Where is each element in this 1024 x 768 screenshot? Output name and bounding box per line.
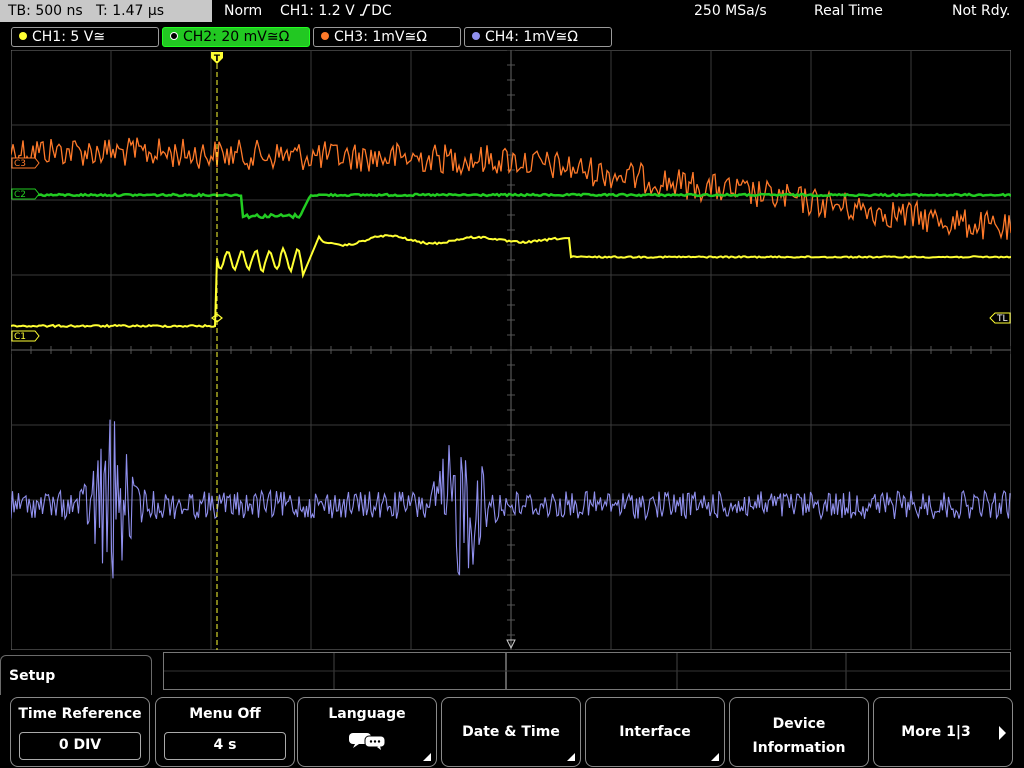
device-label-line2: Information bbox=[752, 740, 846, 756]
ch1-color-dot bbox=[19, 32, 27, 40]
zoom-strip bbox=[163, 652, 1011, 690]
interface-label: Interface bbox=[619, 724, 691, 740]
menu-off-label: Menu Off bbox=[189, 706, 261, 722]
svg-text:C2: C2 bbox=[14, 190, 26, 200]
waveform-display[interactable]: T C3 C2 C1 TL bbox=[11, 50, 1011, 650]
channel-tab-ch2[interactable]: CH2: 20 mV≅Ω bbox=[162, 27, 310, 47]
ch1-label: CH1: 5 V bbox=[32, 29, 94, 45]
time-reference-label: Time Reference bbox=[18, 706, 142, 722]
channel-tab-ch1[interactable]: CH1: 5 V≅ bbox=[11, 27, 159, 47]
ch1-ref-marker[interactable]: C1 bbox=[11, 330, 40, 342]
interface-button[interactable]: Interface bbox=[585, 697, 725, 767]
device-label-line1: Device bbox=[772, 716, 826, 732]
ch4-color-dot bbox=[472, 32, 480, 40]
time-reference-value[interactable]: 0 DIV bbox=[19, 732, 141, 760]
svg-text:C1: C1 bbox=[14, 332, 26, 342]
ch2-label: CH2: 20 mV bbox=[183, 29, 267, 45]
ch4-label: CH4: 1mV bbox=[485, 29, 556, 45]
language-button[interactable]: Language bbox=[297, 697, 437, 767]
ch2-coupling: ≅Ω bbox=[266, 29, 290, 45]
trigger-mode[interactable]: Norm bbox=[224, 0, 262, 22]
svg-text:T: T bbox=[214, 54, 221, 64]
trigger-coupling: DC bbox=[371, 3, 392, 19]
channel-tab-ch3[interactable]: CH3: 1mV≅Ω bbox=[313, 27, 461, 47]
trigger-level: CH1: 1.2 V bbox=[280, 3, 355, 19]
ch4-coupling: ≅Ω bbox=[555, 29, 578, 45]
menu-off-value[interactable]: 4 s bbox=[164, 732, 286, 760]
submenu-corner-icon bbox=[567, 753, 575, 761]
ch1-coupling: ≅ bbox=[93, 29, 106, 45]
menu-off-button[interactable]: Menu Off 4 s bbox=[155, 697, 295, 767]
speech-bubbles-icon bbox=[298, 730, 436, 758]
time-reference-button[interactable]: Time Reference 0 DIV bbox=[10, 697, 150, 767]
date-time-button[interactable]: Date & Time bbox=[441, 697, 581, 767]
device-information-label: Device Information bbox=[730, 712, 868, 760]
timebase-readout: TB: 500 ns bbox=[8, 3, 83, 19]
submenu-corner-icon bbox=[423, 753, 431, 761]
channel-bar: CH1: 5 V≅ CH2: 20 mV≅Ω CH3: 1mV≅Ω CH4: 1… bbox=[0, 25, 1024, 49]
rising-edge-icon bbox=[360, 4, 371, 16]
trigger-source-readout[interactable]: CH1: 1.2 V DC bbox=[280, 0, 392, 22]
device-information-button[interactable]: Device Information bbox=[729, 697, 869, 767]
svg-text:TL: TL bbox=[996, 314, 1008, 324]
language-label: Language bbox=[328, 706, 406, 722]
date-time-label: Date & Time bbox=[462, 724, 560, 740]
ch3-ref-marker[interactable]: C3 bbox=[11, 157, 40, 169]
ch3-label: CH3: 1mV bbox=[334, 29, 405, 45]
ch3-color-dot bbox=[321, 32, 329, 40]
submenu-corner-icon bbox=[711, 753, 719, 761]
arrow-right-icon bbox=[999, 726, 1006, 740]
zoom-strip-grid bbox=[164, 653, 1010, 689]
acquisition-state: Not Rdy. bbox=[952, 3, 1011, 19]
sample-rate: 250 MSa/s bbox=[694, 3, 767, 19]
setup-menu: Setup Time Reference 0 DIV Menu Off 4 s … bbox=[0, 652, 1024, 768]
acquisition-mode: Real Time bbox=[814, 3, 883, 19]
ch3-coupling: ≅Ω bbox=[404, 29, 427, 45]
channel-tab-ch4[interactable]: CH4: 1mV≅Ω bbox=[464, 27, 612, 47]
status-bar: TB: 500 ns T: 1.47 µs Norm CH1: 1.2 V DC… bbox=[0, 0, 1024, 24]
svg-text:C3: C3 bbox=[14, 159, 26, 169]
more-label: More 1|3 bbox=[901, 724, 971, 740]
timebase-box[interactable]: TB: 500 ns T: 1.47 µs bbox=[0, 0, 212, 22]
ch2-ref-marker[interactable]: C2 bbox=[11, 188, 40, 200]
ch2-color-dot bbox=[170, 32, 178, 40]
trigger-time-readout: T: 1.47 µs bbox=[96, 3, 165, 19]
menu-title: Setup bbox=[0, 655, 152, 695]
more-button[interactable]: More 1|3 bbox=[873, 697, 1013, 767]
